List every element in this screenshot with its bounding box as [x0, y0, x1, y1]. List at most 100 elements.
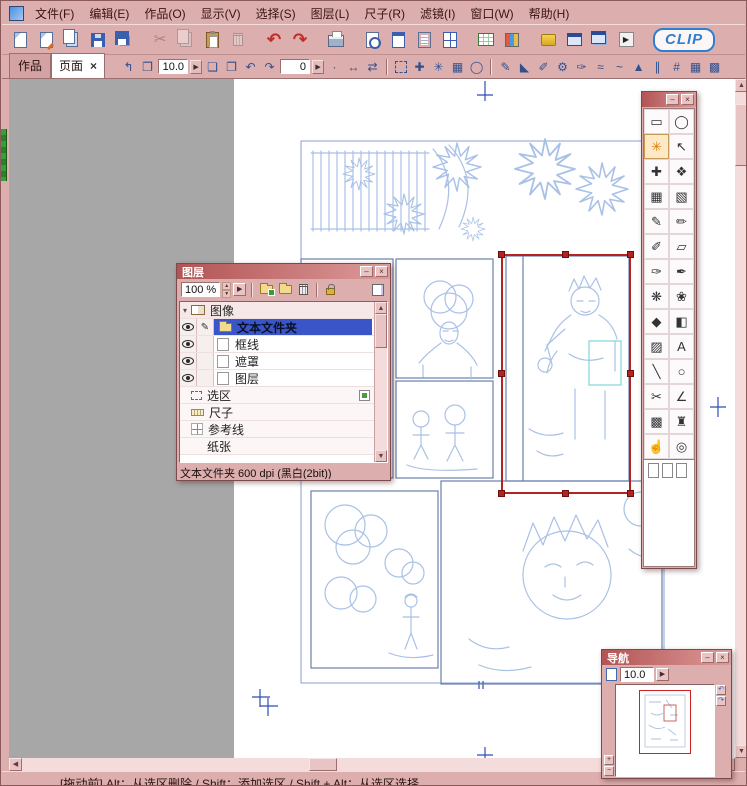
visibility-icon[interactable] [182, 357, 194, 365]
layer-group-image[interactable]: ▾ 图像 [180, 302, 387, 319]
navigator-view[interactable] [615, 684, 715, 777]
layer-row-guide[interactable]: 参考线 [180, 421, 387, 438]
print-button[interactable] [324, 28, 348, 52]
scroll-left-icon[interactable]: ◀ [9, 758, 22, 771]
marker-option-icon[interactable]: ✐ [535, 58, 552, 75]
curve-icon[interactable]: ~ [611, 58, 628, 75]
delete-layer-icon[interactable] [299, 284, 309, 295]
zoom-value[interactable]: 10.0 [158, 59, 189, 74]
h-scroll-thumb[interactable] [309, 758, 337, 771]
navigator-titlebar[interactable]: 导航 – × [602, 650, 731, 665]
materials-button[interactable] [536, 28, 560, 52]
zoom-in-icon[interactable]: + [604, 755, 614, 765]
selection-rectangle[interactable] [498, 251, 634, 497]
layers-scrollbar[interactable]: ▲ ▼ [374, 302, 387, 462]
selection-handle[interactable] [627, 370, 634, 377]
layer-row-selection-area[interactable]: 选区 [180, 387, 387, 404]
selection-handle[interactable] [562, 251, 569, 258]
move-tool[interactable]: ✚ [644, 159, 669, 184]
scroll-down-icon[interactable]: ▼ [375, 450, 387, 462]
airbrush-tool[interactable]: ✒ [669, 259, 694, 284]
stamp-tool[interactable]: ♜ [669, 409, 694, 434]
select-frame-icon[interactable] [395, 60, 408, 73]
window2-button[interactable] [588, 28, 612, 52]
spin-down-icon[interactable]: ▼ [222, 289, 232, 298]
hand-tool[interactable]: ☝ [644, 434, 669, 459]
layer-row-frame[interactable]: 框线 [180, 336, 387, 353]
close-icon[interactable]: × [716, 652, 729, 663]
table-button[interactable] [474, 28, 498, 52]
panel-preset-icon[interactable] [676, 463, 687, 478]
scroll-up-icon[interactable]: ▲ [735, 79, 746, 92]
minimize-icon[interactable]: – [666, 94, 679, 105]
object-select-tool[interactable]: ↖ [669, 134, 694, 159]
play-icon[interactable]: ▶ [656, 668, 669, 681]
spin-up-icon[interactable]: ▲ [222, 281, 232, 290]
selection-convert-icon[interactable] [359, 389, 370, 401]
scroll-up-icon[interactable]: ▲ [375, 302, 387, 314]
menu-layer[interactable]: 图层(L) [311, 5, 350, 22]
window-button[interactable] [562, 28, 586, 52]
rotate-ccw-icon[interactable]: ↶ [716, 685, 726, 695]
menu-ruler[interactable]: 尺子(R) [364, 5, 405, 22]
delete-button[interactable] [226, 28, 250, 52]
paste-button[interactable] [200, 28, 224, 52]
shape-tool[interactable]: ○ [669, 359, 694, 384]
rotate-cw-icon[interactable]: ↷ [716, 696, 726, 706]
copy-button[interactable] [174, 28, 198, 52]
rotate-cw-icon[interactable]: ↷ [261, 58, 278, 75]
new-page-button[interactable] [8, 28, 32, 52]
print-preview-button[interactable] [360, 28, 384, 52]
ruler-tool[interactable]: ∠ [669, 384, 694, 409]
selection-handle[interactable] [627, 251, 634, 258]
marker-tool[interactable]: ✐ [644, 234, 669, 259]
decoration-tool[interactable]: ❀ [669, 284, 694, 309]
grid-a-icon[interactable]: ▦ [687, 58, 704, 75]
dot-icon[interactable]: · [326, 58, 343, 75]
grid-selection-icon[interactable]: ▦ [449, 58, 466, 75]
tone-cutter-tool[interactable]: ✂ [644, 384, 669, 409]
brush-tool[interactable]: ✑ [644, 259, 669, 284]
v-scroll-track[interactable] [735, 92, 746, 745]
lasso-tool[interactable]: ◯ [669, 109, 694, 134]
story-view-button[interactable] [412, 28, 436, 52]
page-thumbnail[interactable] [639, 690, 691, 754]
page-tab[interactable]: 页面 × [51, 53, 106, 78]
panel-preset-icon[interactable] [662, 463, 673, 478]
selection-handle[interactable] [498, 251, 505, 258]
fill-tool[interactable]: ◧ [669, 309, 694, 334]
menu-select[interactable]: 选择(S) [256, 5, 296, 22]
new-folder-icon[interactable] [260, 283, 276, 296]
magic-wand-tool[interactable]: ✳ [644, 134, 669, 159]
marquee-tool[interactable]: ▭ [644, 109, 669, 134]
selection-handle[interactable] [498, 370, 505, 377]
palette-menu-icon[interactable] [372, 283, 384, 296]
triangle-option-icon[interactable]: ◣ [516, 58, 533, 75]
v-scroll-thumb[interactable] [735, 104, 746, 166]
triangle2-icon[interactable]: ▲ [630, 58, 647, 75]
fit-icon[interactable]: ⇄ [364, 58, 381, 75]
redo-button[interactable]: ↷ [288, 28, 312, 52]
pen-option-icon[interactable]: ✎ [497, 58, 514, 75]
menu-help[interactable]: 帮助(H) [529, 5, 570, 22]
cut-button[interactable]: ✂ [148, 28, 172, 52]
pen-tool[interactable]: ✎ [644, 209, 669, 234]
visibility-icon[interactable] [182, 340, 194, 348]
vertical-scrollbar[interactable]: ▲ ▼ [735, 79, 746, 758]
layers-palette-titlebar[interactable]: 图层 – × [177, 264, 390, 279]
undo-button[interactable]: ↶ [262, 28, 286, 52]
move-selection-icon[interactable]: ✚ [411, 58, 428, 75]
scroll-down-icon[interactable]: ▼ [735, 745, 746, 758]
grid-b-icon[interactable]: ▩ [706, 58, 723, 75]
play-icon[interactable]: ▶ [233, 283, 247, 296]
works-tab[interactable]: 作品 [9, 53, 52, 78]
page-step-icon[interactable]: ↰ [120, 58, 137, 75]
open-button[interactable] [60, 28, 84, 52]
zoom-tool[interactable]: ◎ [669, 434, 694, 459]
zoom-menu-icon[interactable]: ▶ [190, 59, 203, 74]
page-doc-icon[interactable]: ❏ [204, 58, 221, 75]
save-all-button[interactable] [112, 28, 136, 52]
opacity-spinner[interactable]: ▲ ▼ [222, 281, 232, 298]
navigator-zoom-field[interactable]: 10.0 [620, 667, 654, 682]
text-tool[interactable]: A [669, 334, 694, 359]
